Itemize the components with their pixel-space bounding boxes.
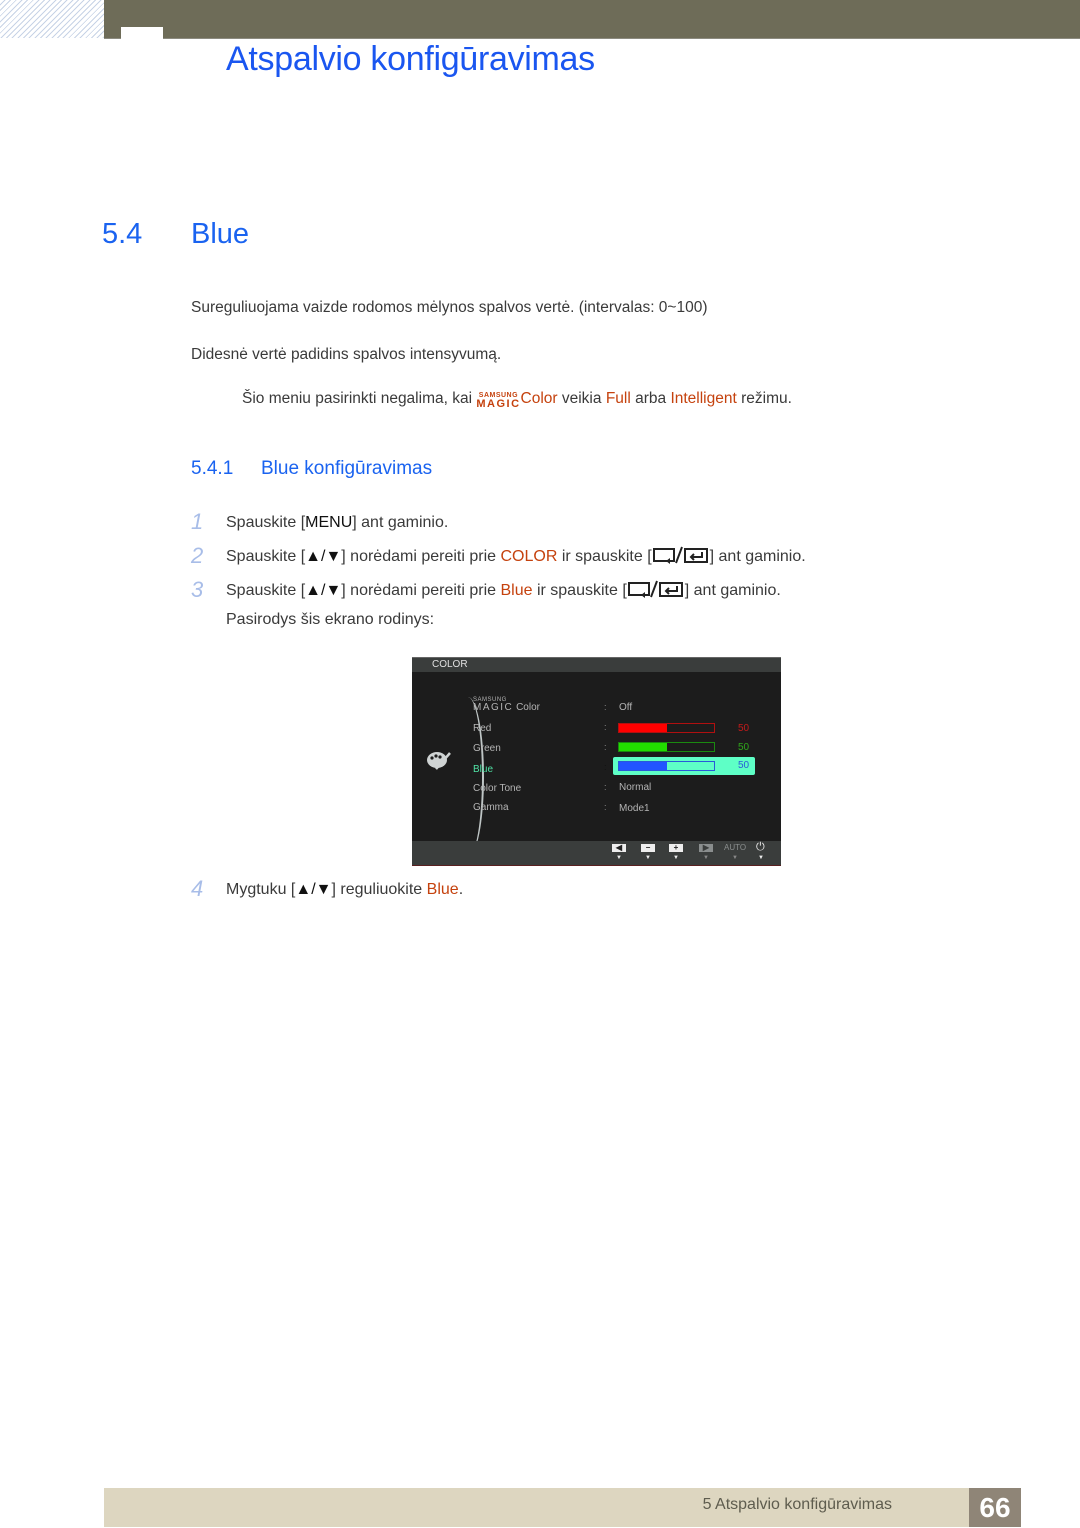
green-value: 50	[738, 742, 750, 753]
step-caption: Pasirodys šis ekrano rodinys:	[191, 611, 434, 629]
osd-colon: :	[604, 742, 607, 752]
step-number: 4	[191, 876, 204, 901]
magic-logo-bottom: MAGIC	[473, 702, 514, 713]
green-slider-fill	[619, 743, 667, 751]
down-arrow-icon: ▼	[758, 855, 764, 861]
description-paragraph-2: Didesnė vertė padidins spalvos intensyvu…	[191, 346, 502, 363]
left-icon[interactable]: ◀	[612, 844, 626, 852]
up-down-key-icon: ▲/▼	[305, 548, 342, 565]
description-paragraph-1: Sureguliuojama vaizde rodomos mėlynos sp…	[191, 299, 708, 316]
osd-colon: :	[604, 702, 607, 712]
step-text: ] ant gaminio.	[352, 514, 449, 531]
samsung-magic-logo: SAMSUNG MAGIC	[476, 392, 520, 410]
step-text: ] norėdami pereiti prie	[341, 548, 501, 565]
step-text: ] reguliuokite	[331, 881, 427, 898]
step-text: Spauskite [	[226, 582, 306, 599]
osd-item-red[interactable]: Red	[473, 723, 491, 734]
osd-value-magic-color: Off	[619, 702, 633, 713]
osd-item-magic-color[interactable]: SAMSUNG MAGIC Color	[473, 697, 540, 713]
osd-item-color-tone[interactable]: Color Tone	[473, 783, 521, 794]
power-icon[interactable]: ⏻	[756, 841, 765, 854]
up-down-key-icon: ▲/▼	[295, 881, 332, 898]
osd-colon: :	[604, 722, 607, 732]
step-text: .	[458, 881, 464, 898]
osd-value-color-tone: Normal	[619, 782, 652, 793]
section-title: Blue	[191, 218, 250, 250]
source-enter-key-icon	[652, 546, 710, 569]
down-arrow-icon: ▼	[616, 855, 622, 861]
step-text: Spauskite [	[226, 548, 306, 565]
osd-button-bar: ◀ ▼ − ▼ + ▼ ▶ ▼ AUTO ▼ ⏻ ▼	[412, 841, 781, 866]
down-arrow-icon: ▼	[703, 855, 709, 861]
down-arrow-icon: ▼	[732, 855, 738, 861]
step-text: ] norėdami pereiti prie	[341, 582, 501, 599]
osd-arc-decoration	[452, 697, 484, 857]
blue-value: 50	[738, 760, 750, 771]
note-prefix: Šio meniu pasirinkti negalima, kai	[242, 390, 477, 407]
note-intelligent: Intelligent	[670, 390, 737, 407]
step-text: Pasirodys šis ekrano rodinys:	[226, 611, 435, 628]
blue-slider-fill	[619, 762, 667, 770]
note-full: Full	[605, 390, 631, 407]
header-bar	[104, 0, 1080, 39]
plus-icon[interactable]: +	[669, 844, 683, 852]
osd-colon: :	[604, 762, 607, 772]
step-text: ir spauskite [	[532, 582, 627, 599]
page-number: 66	[969, 1488, 1021, 1527]
note-text: veikia	[557, 390, 606, 407]
step-number: 2	[191, 543, 204, 568]
auto-button[interactable]: AUTO	[724, 843, 746, 852]
step-2: 2 Spauskite [▲/▼] norėdami pereiti prie C…	[191, 543, 806, 569]
step-text: ] ant gaminio.	[684, 582, 781, 599]
step-text: ir spauskite [	[557, 548, 652, 565]
palette-icon	[426, 750, 452, 777]
osd-item-label: Color	[516, 702, 540, 713]
step-number: 3	[191, 577, 204, 602]
osd-item-gamma[interactable]: Gamma	[473, 802, 509, 813]
step-number: 1	[191, 509, 204, 534]
footer-chapter-label: 5 Atspalvio konfigūravimas	[702, 1496, 892, 1513]
up-down-key-icon: ▲/▼	[305, 582, 342, 599]
note: Šio meniu pasirinkti negalima, kai SAMSU…	[242, 390, 792, 410]
red-slider[interactable]	[618, 723, 715, 733]
down-arrow-icon: ▼	[645, 855, 651, 861]
enter-icon[interactable]: ▶	[699, 844, 713, 852]
osd-value-gamma: Mode1	[619, 803, 650, 814]
note-color-word: Color	[520, 390, 558, 407]
note-text: režimu.	[736, 390, 792, 407]
red-value: 50	[738, 723, 750, 734]
note-text: arba	[630, 390, 671, 407]
step-highlight: Blue	[500, 582, 533, 599]
blue-slider[interactable]	[618, 761, 715, 771]
step-text: ] ant gaminio.	[709, 548, 806, 565]
minus-icon[interactable]: −	[641, 844, 655, 852]
subsection-number: 5.4.1	[191, 458, 234, 479]
source-enter-key-icon	[627, 580, 685, 603]
osd-item-blue[interactable]: Blue	[473, 764, 493, 775]
header-hatch-decoration	[0, 0, 104, 38]
step-text: Mygtuku [	[226, 881, 296, 898]
step-1: 1 Spauskite [MENU] ant gaminio.	[191, 509, 448, 535]
section-number: 5.4	[102, 218, 143, 250]
osd-title: COLOR	[412, 657, 781, 672]
header-tab-notch	[121, 27, 163, 40]
green-slider[interactable]	[618, 742, 715, 752]
osd-screen: COLOR SAMSUNG MAGIC Color : Off Red : 50 …	[412, 657, 781, 866]
magic-logo: SAMSUNG MAGIC	[473, 697, 513, 713]
subsection-title: Blue konfigūravimas	[261, 458, 433, 479]
magic-logo-bottom: MAGIC	[476, 398, 521, 410]
step-3: 3 Spauskite [▲/▼] norėdami pereiti prie B…	[191, 577, 781, 603]
down-arrow-icon: ▼	[673, 855, 679, 861]
chapter-title: Atspalvio konfigūravimas	[226, 40, 595, 78]
menu-key: MENU	[305, 514, 353, 531]
osd-item-green[interactable]: Green	[473, 743, 501, 754]
step-highlight: Blue	[426, 881, 459, 898]
step-highlight: COLOR	[500, 548, 558, 565]
page-footer: 5 Atspalvio konfigūravimas	[104, 1488, 1020, 1527]
osd-colon: :	[604, 802, 607, 812]
osd-colon: :	[604, 782, 607, 792]
step-4: 4 Mygtuku [▲/▼] reguliuokite Blue.	[191, 876, 463, 902]
red-slider-fill	[619, 724, 667, 732]
step-text: Spauskite [	[226, 514, 306, 531]
